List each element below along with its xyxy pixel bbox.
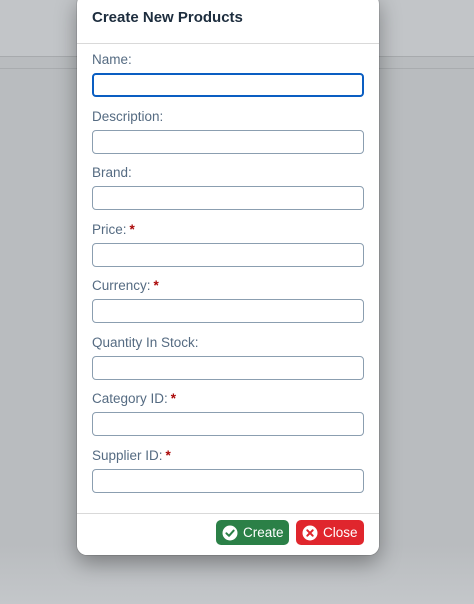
create-button-label: Create — [243, 525, 284, 540]
quantity-in-stock-label: Quantity In Stock: — [92, 334, 199, 350]
product-form: Name: Description: Brand: Price: * Curren… — [92, 52, 364, 504]
description-label: Description: — [92, 108, 164, 124]
supplier-id-label: Supplier ID: * — [92, 447, 171, 463]
field-currency: Currency: * — [92, 278, 364, 335]
field-description: Description: — [92, 109, 364, 166]
supplier-id-input[interactable] — [92, 468, 364, 493]
dialog-header: Create New Products — [77, 0, 379, 44]
currency-input[interactable] — [92, 299, 364, 323]
quantity-in-stock-input[interactable] — [92, 355, 364, 380]
field-name: Name: — [92, 52, 364, 109]
description-input[interactable] — [92, 129, 364, 154]
price-label: Price: * — [92, 221, 135, 237]
field-quantity-in-stock: Quantity In Stock: — [92, 335, 364, 392]
close-button[interactable]: Close — [296, 520, 364, 545]
currency-label: Currency: * — [92, 278, 159, 293]
required-marker: * — [170, 391, 177, 406]
required-marker: * — [153, 278, 159, 293]
dialog-footer: Create Close — [77, 513, 379, 555]
required-marker: * — [165, 447, 171, 463]
check-circle-icon — [222, 525, 238, 540]
name-input[interactable] — [92, 73, 364, 97]
create-button[interactable]: Create — [216, 520, 289, 545]
close-circle-icon — [302, 525, 318, 540]
field-brand: Brand: — [92, 165, 364, 222]
field-supplier-id: Supplier ID: * — [92, 448, 364, 505]
category-id-label: Category ID: * — [92, 391, 177, 406]
required-marker: * — [129, 221, 135, 237]
brand-input[interactable] — [92, 186, 364, 210]
close-button-label: Close — [323, 525, 358, 540]
dialog-title: Create New Products — [92, 9, 243, 26]
category-id-input[interactable] — [92, 412, 364, 436]
create-product-dialog: Create New Products Name: Description: B… — [77, 0, 379, 555]
price-input[interactable] — [92, 242, 364, 267]
brand-label: Brand: — [92, 165, 132, 180]
name-label: Name: — [92, 52, 132, 67]
field-category-id: Category ID: * — [92, 391, 364, 448]
field-price: Price: * — [92, 222, 364, 279]
